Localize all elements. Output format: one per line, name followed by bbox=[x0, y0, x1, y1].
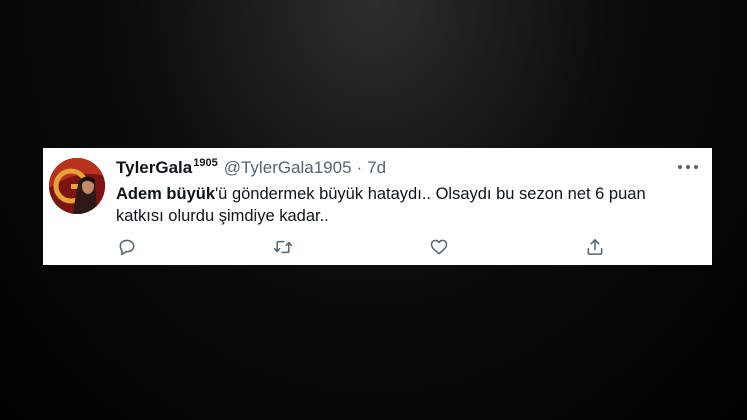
display-name[interactable]: TylerGala bbox=[116, 158, 192, 178]
separator-dot: · bbox=[356, 158, 363, 177]
more-dot bbox=[694, 165, 698, 169]
retweet-icon[interactable] bbox=[272, 236, 294, 258]
avatar-image bbox=[49, 158, 105, 214]
user-handle[interactable]: @TylerGala1905 bbox=[224, 158, 352, 178]
tweet-card[interactable]: TylerGala 1905 @TylerGala1905 · 7d Adem … bbox=[43, 148, 712, 265]
tweet-timestamp[interactable]: 7d bbox=[367, 158, 386, 178]
display-name-superscript: 1905 bbox=[193, 157, 218, 169]
more-dot bbox=[678, 165, 682, 169]
tweet-actions bbox=[116, 236, 606, 258]
more-dot bbox=[686, 165, 690, 169]
mentioned-name: Adem büyük bbox=[116, 185, 216, 203]
heart-icon[interactable] bbox=[428, 236, 450, 258]
share-icon[interactable] bbox=[584, 236, 606, 258]
tweet-text: Adem büyük'ü göndermek büyük hataydı.. O… bbox=[116, 183, 686, 227]
more-horizontal-icon[interactable] bbox=[678, 162, 698, 172]
avatar[interactable] bbox=[49, 158, 105, 214]
reply-icon[interactable] bbox=[116, 236, 138, 258]
tweet-header: TylerGala 1905 @TylerGala1905 · 7d bbox=[116, 157, 386, 180]
